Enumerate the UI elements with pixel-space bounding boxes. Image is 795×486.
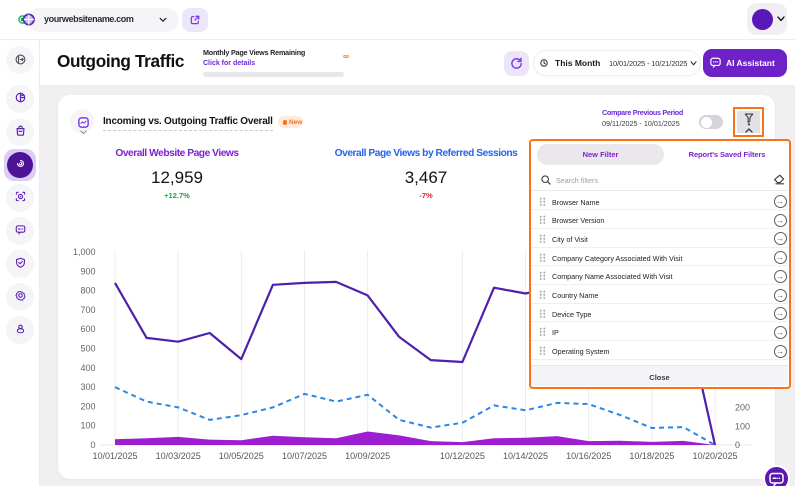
svg-text:10/09/2025: 10/09/2025 — [345, 451, 390, 461]
svg-text:700: 700 — [80, 305, 95, 315]
svg-text:10/05/2025: 10/05/2025 — [219, 451, 264, 461]
svg-text:400: 400 — [80, 363, 95, 373]
svg-text:10/07/2025: 10/07/2025 — [282, 451, 327, 461]
svg-text:1,000: 1,000 — [73, 247, 96, 257]
svg-text:500: 500 — [80, 344, 95, 354]
svg-text:10/20/2025: 10/20/2025 — [692, 451, 737, 461]
svg-text:10/01/2025: 10/01/2025 — [92, 451, 137, 461]
svg-text:200: 200 — [735, 402, 750, 412]
svg-text:10/03/2025: 10/03/2025 — [156, 451, 201, 461]
svg-text:0: 0 — [90, 440, 95, 450]
svg-text:800: 800 — [80, 286, 95, 296]
svg-text:10/14/2025: 10/14/2025 — [503, 451, 548, 461]
svg-text:600: 600 — [80, 324, 95, 334]
svg-text:10/16/2025: 10/16/2025 — [566, 451, 611, 461]
svg-text:900: 900 — [80, 266, 95, 276]
svg-text:200: 200 — [80, 401, 95, 411]
svg-text:100: 100 — [80, 421, 95, 431]
svg-text:0: 0 — [735, 440, 740, 450]
svg-text:10/18/2025: 10/18/2025 — [629, 451, 674, 461]
svg-text:10/12/2025: 10/12/2025 — [440, 451, 485, 461]
svg-text:100: 100 — [735, 422, 750, 432]
svg-text:300: 300 — [80, 382, 95, 392]
